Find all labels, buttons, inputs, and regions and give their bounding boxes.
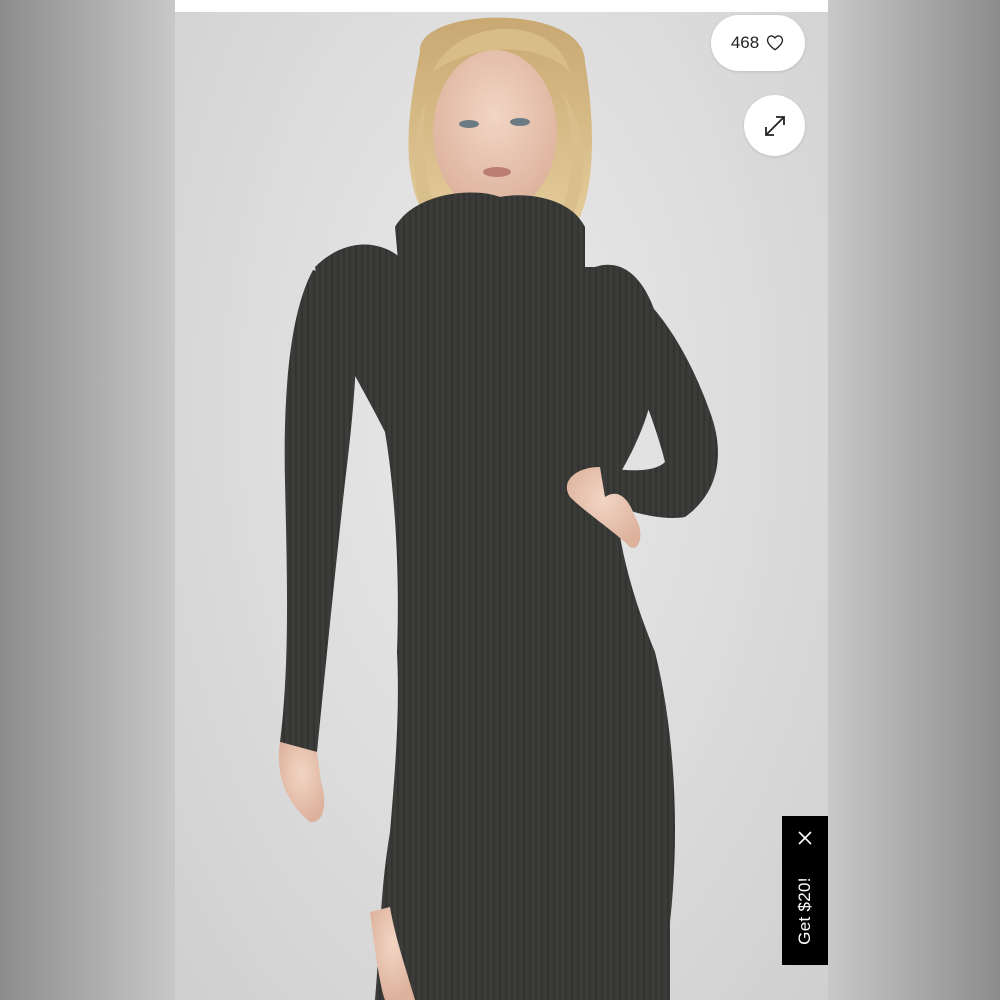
heart-outline-icon [767, 35, 784, 51]
expand-image-button[interactable] [744, 95, 805, 156]
model-illustration [278, 17, 718, 1000]
like-count: 468 [730, 33, 760, 52]
promo-close-button[interactable] [782, 824, 828, 852]
close-x-icon [798, 831, 812, 845]
like-button[interactable]: 468 [711, 15, 805, 71]
blurred-backdrop-left [0, 0, 175, 1000]
top-strip [175, 0, 828, 12]
promo-tab[interactable]: Get $20! [782, 816, 828, 965]
promo-label: Get $20! [795, 877, 814, 945]
expand-arrows-icon [764, 115, 785, 136]
product-photo [175, 12, 828, 1000]
blurred-backdrop-right [828, 0, 1000, 1000]
